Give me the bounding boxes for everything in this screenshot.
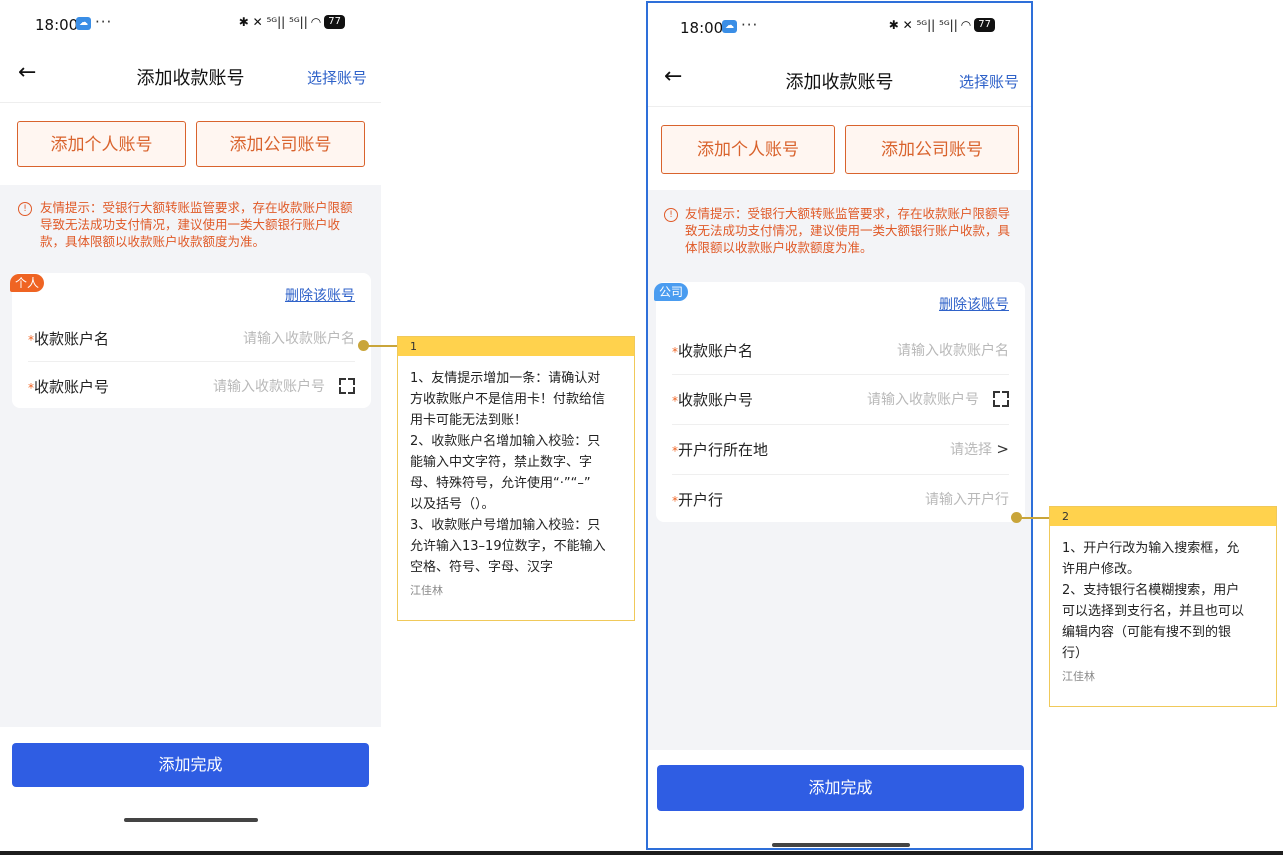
note-connector (1019, 517, 1050, 519)
field-label: *开户行 (672, 491, 724, 509)
field-label: *收款账户号 (28, 378, 110, 396)
select-account-link[interactable]: 选择账号 (307, 67, 367, 88)
field-row-account-number[interactable]: *收款账户号 请输入收款账户号 (28, 361, 355, 409)
annotation-note-2: 2 1、开户行改为输入搜索框，允 许用户修改。 2、支持银行名模糊搜索，用户 可以选… (1049, 506, 1277, 707)
add-company-account-button[interactable]: 添加公司账号 (845, 125, 1019, 174)
note-author: 江佳林 (410, 584, 443, 597)
signal-icons: ✱ ✕ ⁵ᴳ|| ⁵ᴳ|| (888, 18, 958, 32)
form-area: ! 友情提示：受银行大额转账监管要求，存在收款账户限额导致无法成功支付情况，建议… (0, 185, 381, 727)
status-time: 18:00 (680, 19, 724, 37)
field-label: *收款账户名 (28, 330, 110, 348)
account-name-input[interactable]: 请输入收款账户名 (243, 328, 355, 348)
tip-text: 友情提示：受银行大额转账监管要求，存在收款账户限额导致无法成功支付情况，建议使用… (685, 206, 1011, 255)
cloud-icon: ☁ (76, 17, 91, 30)
signal-icons: ✱ ✕ ⁵ᴳ|| ⁵ᴳ|| (238, 15, 308, 29)
wifi-icon: ◠ (960, 18, 972, 32)
home-indicator (124, 818, 258, 822)
add-personal-account-button[interactable]: 添加个人账号 (17, 121, 186, 167)
battery-icon: 77 (974, 18, 995, 32)
chevron-right-icon: > (996, 440, 1009, 458)
field-label: *收款账户名 (672, 342, 754, 360)
status-bar: 18:00 ☁ ··· ✱ ✕ ⁵ᴳ|| ⁵ᴳ|| ◠ 77 (0, 0, 381, 48)
status-time: 18:00 (35, 16, 79, 34)
system-icons: ✱ ✕ ⁵ᴳ|| ⁵ᴳ|| ◠ 77 (239, 15, 345, 29)
note-body: 1、开户行改为输入搜索框，允 许用户修改。 2、支持银行名模糊搜索，用户 可以选择到… (1062, 541, 1245, 661)
note-number: 1 (398, 337, 634, 356)
field-label: *收款账户号 (672, 391, 754, 409)
add-personal-account-button[interactable]: 添加个人账号 (661, 125, 835, 174)
field-row-account-number[interactable]: *收款账户号 请输入收款账户号 (672, 374, 1009, 425)
more-dots: ··· (741, 16, 759, 34)
field-row-account-name[interactable]: *收款账户名 请输入收款账户名 (672, 325, 1009, 375)
scan-icon[interactable] (339, 378, 355, 394)
home-indicator (772, 843, 910, 847)
select-account-link[interactable]: 选择账号 (959, 71, 1019, 92)
field-row-bank-location[interactable]: *开户行所在地 请选择 > (672, 424, 1009, 475)
note-body: 1、友情提示增加一条：请确认对 方收款账户不是信用卡！付款给信 用卡可能无法到账！ … (410, 371, 606, 575)
bank-location-select[interactable]: 请选择 > (950, 439, 1009, 459)
form-area: ! 友情提示：受银行大额转账监管要求，存在收款账户限额导致无法成功支付情况，建议… (648, 190, 1031, 750)
bank-input[interactable]: 请输入开户行 (925, 489, 1009, 509)
nav-bar: ← 添加收款账号 选择账号 (648, 54, 1031, 107)
annotation-note-1: 1 1、友情提示增加一条：请确认对 方收款账户不是信用卡！付款给信 用卡可能无法到账… (397, 336, 635, 621)
note-author: 江佳林 (1062, 670, 1095, 683)
field-row-bank[interactable]: *开户行 请输入开户行 (672, 474, 1009, 522)
account-number-input[interactable]: 请输入收款账户号 (867, 389, 979, 409)
phone-screen-company: 18:00 ☁ ··· ✱ ✕ ⁵ᴳ|| ⁵ᴳ|| ◠ 77 ← 添加收款账号 … (646, 1, 1033, 850)
field-label: *开户行所在地 (672, 441, 769, 459)
account-name-input[interactable]: 请输入收款账户名 (897, 340, 1009, 360)
account-card: 公司 删除该账号 *收款账户名 请输入收款账户名 *收款账户号 请输入收款账户号… (654, 282, 1025, 522)
delete-account-link[interactable]: 删除该账号 (285, 285, 355, 305)
scan-icon[interactable] (993, 391, 1009, 407)
more-dots: ··· (95, 13, 113, 31)
account-type-tag: 公司 (654, 283, 689, 301)
account-type-tag: 个人 (10, 274, 45, 292)
tip-text: 友情提示：受银行大额转账监管要求，存在收款账户限额导致无法成功支付情况，建议使用… (40, 200, 353, 249)
delete-account-link[interactable]: 删除该账号 (939, 294, 1009, 314)
done-button[interactable]: 添加完成 (12, 743, 369, 787)
account-card: 个人 删除该账号 *收款账户名 请输入收款账户名 *收款账户号 请输入收款账户号 (10, 273, 371, 409)
wifi-icon: ◠ (310, 15, 322, 29)
note-connector (366, 345, 398, 347)
status-bar: 18:00 ☁ ··· ✱ ✕ ⁵ᴳ|| ⁵ᴳ|| ◠ 77 (648, 3, 1031, 51)
bottom-strip (0, 851, 1283, 855)
done-button[interactable]: 添加完成 (657, 765, 1024, 811)
system-icons: ✱ ✕ ⁵ᴳ|| ⁵ᴳ|| ◠ 77 (889, 18, 995, 32)
field-row-account-name[interactable]: *收款账户名 请输入收款账户名 (28, 313, 355, 362)
note-number: 2 (1050, 507, 1276, 526)
nav-bar: ← 添加收款账号 选择账号 (0, 50, 381, 103)
add-company-account-button[interactable]: 添加公司账号 (196, 121, 365, 167)
warning-icon: ! (18, 202, 32, 216)
battery-icon: 77 (324, 15, 345, 29)
warning-icon: ! (664, 208, 678, 222)
cloud-icon: ☁ (722, 20, 737, 33)
phone-screen-personal: 18:00 ☁ ··· ✱ ✕ ⁵ᴳ|| ⁵ᴳ|| ◠ 77 ← 添加收款账号 … (0, 0, 381, 850)
account-number-input[interactable]: 请输入收款账户号 (213, 376, 325, 396)
